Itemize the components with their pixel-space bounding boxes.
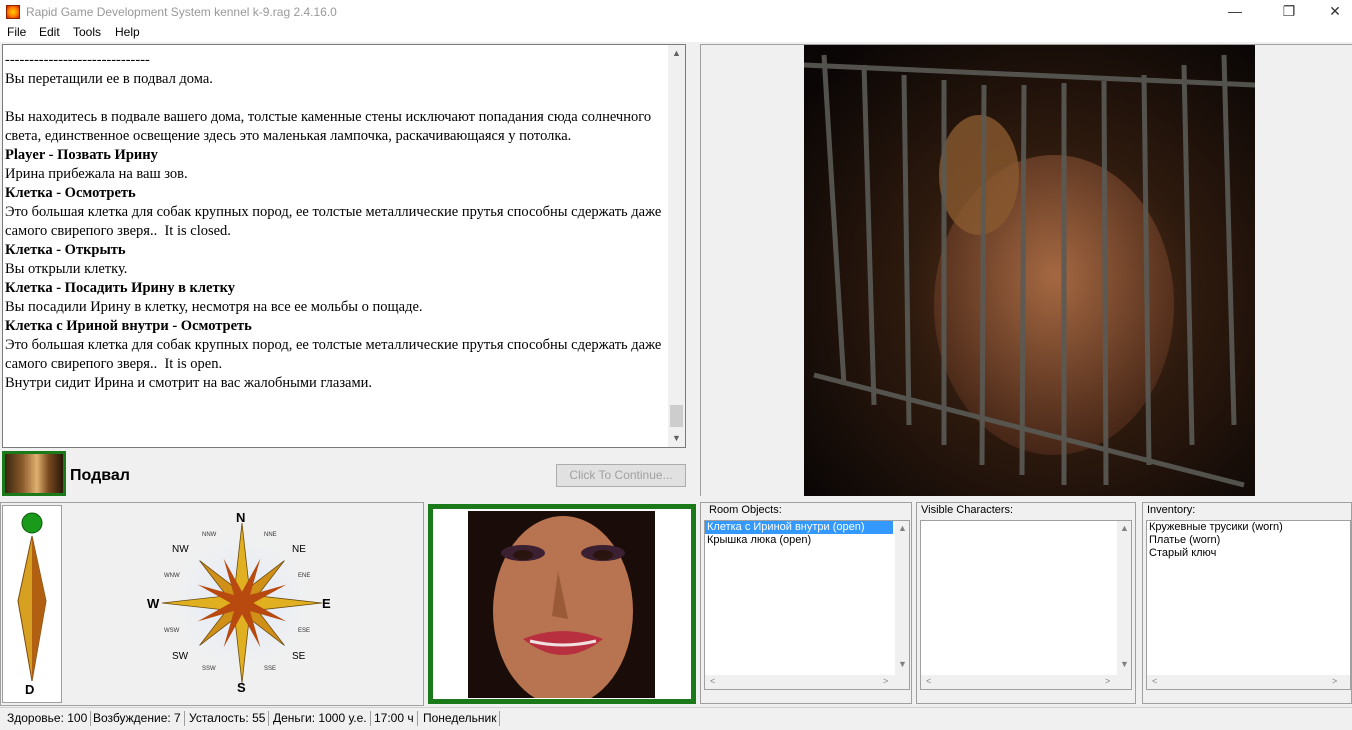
scroll-right-icon[interactable]: >	[1105, 676, 1110, 686]
compass-nw[interactable]: NW	[172, 544, 189, 555]
scroll-up-icon[interactable]: ▲	[668, 45, 685, 62]
scroll-up-icon[interactable]: ▲	[898, 523, 907, 533]
character-portrait[interactable]	[468, 511, 655, 698]
compass-ne[interactable]: NE	[292, 544, 306, 555]
room-objects-vscroll[interactable]: ▲ ▼	[895, 521, 909, 675]
room-object-item[interactable]: Крышка люка (open)	[705, 534, 909, 547]
inventory-title: Inventory:	[1147, 504, 1196, 516]
status-day: Понедельник	[420, 711, 501, 726]
log-line: Вы находитесь в подвале вашего дома, тол…	[5, 109, 655, 144]
compass-sw[interactable]: SW	[172, 651, 188, 662]
compass-rose[interactable]: N S E W NE NW SE SW NNW NNE ENE ESE SSE …	[140, 508, 345, 698]
inventory-item[interactable]: Платье (worn)	[1147, 534, 1350, 547]
room-object-item[interactable]: Клетка с Ириной внутри (open)	[705, 521, 893, 534]
minimize-button[interactable]: —	[1212, 0, 1258, 24]
visible-characters-panel: Visible Characters: ▲ ▼ < >	[916, 502, 1136, 704]
compass-n[interactable]: N	[236, 510, 245, 525]
compass-ssw[interactable]: SSW	[202, 666, 216, 672]
log-action-line: Клетка с Ириной внутри - Осмотреть	[5, 318, 252, 334]
scroll-left-icon[interactable]: <	[926, 676, 931, 686]
compass-wsw[interactable]: WSW	[164, 628, 179, 634]
down-button[interactable]: D	[25, 682, 34, 697]
inventory-hscroll[interactable]: < >	[1147, 675, 1350, 689]
log-action-line: Player - Позвать Ирину	[5, 147, 158, 163]
scroll-left-icon[interactable]: <	[710, 676, 715, 686]
compass-ese[interactable]: ESE	[298, 628, 310, 634]
log-text: ------------------------------ Вы перетащ…	[5, 51, 665, 393]
visible-characters-title: Visible Characters:	[921, 504, 1014, 516]
scroll-right-icon[interactable]: >	[1332, 676, 1337, 686]
log-line: Внутри сидит Ирина и смотрит на вас жало…	[5, 375, 373, 391]
maximize-button[interactable]: ❐	[1266, 0, 1312, 24]
scene-image	[804, 45, 1255, 496]
close-button[interactable]: ✕	[1312, 0, 1352, 24]
location-name: Подвал	[70, 467, 130, 484]
log-line: Это большая клетка для собак крупных пор…	[5, 204, 665, 239]
compass-wnw[interactable]: WNW	[164, 573, 180, 579]
visible-characters-vscroll[interactable]: ▲ ▼	[1117, 521, 1131, 675]
room-objects-list[interactable]: Клетка с Ириной внутри (open) Крышка люк…	[704, 520, 910, 690]
room-objects-hscroll[interactable]: < >	[705, 675, 909, 689]
compass-sse[interactable]: SSE	[264, 666, 276, 672]
compass-w[interactable]: W	[147, 596, 159, 611]
scroll-left-icon[interactable]: <	[1152, 676, 1157, 686]
room-objects-panel: Room Objects: Клетка с Ириной внутри (op…	[700, 502, 912, 704]
visible-characters-list[interactable]: ▲ ▼ < >	[920, 520, 1132, 690]
log-line: ------------------------------	[5, 52, 150, 68]
scroll-right-icon[interactable]: >	[883, 676, 888, 686]
status-fatigue: Усталость: 55	[186, 711, 270, 726]
log-action-line: Клетка - Осмотреть	[5, 185, 136, 201]
compass-s[interactable]: S	[237, 680, 246, 695]
inventory-item[interactable]: Кружевные трусики (worn)	[1147, 521, 1350, 534]
log-line: Вы посадили Ирину в клетку, несмотря на …	[5, 299, 423, 315]
app-icon	[6, 5, 20, 19]
status-money: Деньги: 1000 у.е.	[270, 711, 371, 726]
status-time: 17:00 ч	[371, 711, 418, 726]
scroll-thumb[interactable]	[670, 405, 683, 427]
log-line: Вы перетащили ее в подвал дома.	[5, 71, 213, 87]
log-scrollbar[interactable]: ▲ ▼	[668, 45, 685, 447]
compass-ene[interactable]: ENE	[298, 573, 310, 579]
title-bar: Rapid Game Development System kennel k-9…	[0, 0, 1352, 24]
scroll-down-icon[interactable]: ▼	[898, 659, 907, 669]
menu-help[interactable]: Help	[111, 25, 144, 39]
status-arousal: Возбуждение: 7	[90, 711, 185, 726]
compass-nnw[interactable]: NNW	[202, 532, 216, 538]
compass-se[interactable]: SE	[292, 651, 305, 662]
log-action-line: Клетка - Посадить Ирину в клетку	[5, 280, 235, 296]
status-health: Здоровье: 100	[4, 711, 92, 726]
continue-button[interactable]: Click To Continue...	[556, 464, 686, 487]
status-bar: Здоровье: 100 Возбуждение: 7 Усталость: …	[0, 707, 1352, 727]
inventory-panel: Inventory: Кружевные трусики (worn) Плат…	[1142, 502, 1352, 704]
scroll-up-icon[interactable]: ▲	[1120, 523, 1129, 533]
up-down-control: D	[2, 505, 62, 703]
compass-nne[interactable]: NNE	[264, 532, 277, 538]
log-line: Это большая клетка для собак крупных пор…	[5, 337, 665, 372]
log-line: Ирина прибежала на ваш зов.	[5, 166, 188, 182]
menu-tools[interactable]: Tools	[69, 25, 105, 39]
scroll-down-icon[interactable]: ▼	[1120, 659, 1129, 669]
inventory-item[interactable]: Старый ключ	[1147, 547, 1350, 560]
location-thumbnail[interactable]	[2, 451, 66, 496]
window-title: Rapid Game Development System kennel k-9…	[26, 5, 337, 19]
menu-edit[interactable]: Edit	[35, 25, 64, 39]
scroll-down-icon[interactable]: ▼	[668, 430, 685, 447]
compass-e[interactable]: E	[322, 596, 331, 611]
log-line: Вы открыли клетку.	[5, 261, 128, 277]
menu-file[interactable]: File	[3, 25, 30, 39]
log-action-line: Клетка - Открыть	[5, 242, 126, 258]
inventory-list[interactable]: Кружевные трусики (worn) Платье (worn) С…	[1146, 520, 1351, 690]
menu-bar: File Edit Tools Help	[0, 24, 1352, 42]
room-objects-title: Room Objects:	[709, 504, 782, 516]
game-text-log[interactable]: ------------------------------ Вы перетащ…	[2, 44, 686, 448]
visible-characters-hscroll[interactable]: < >	[921, 675, 1131, 689]
